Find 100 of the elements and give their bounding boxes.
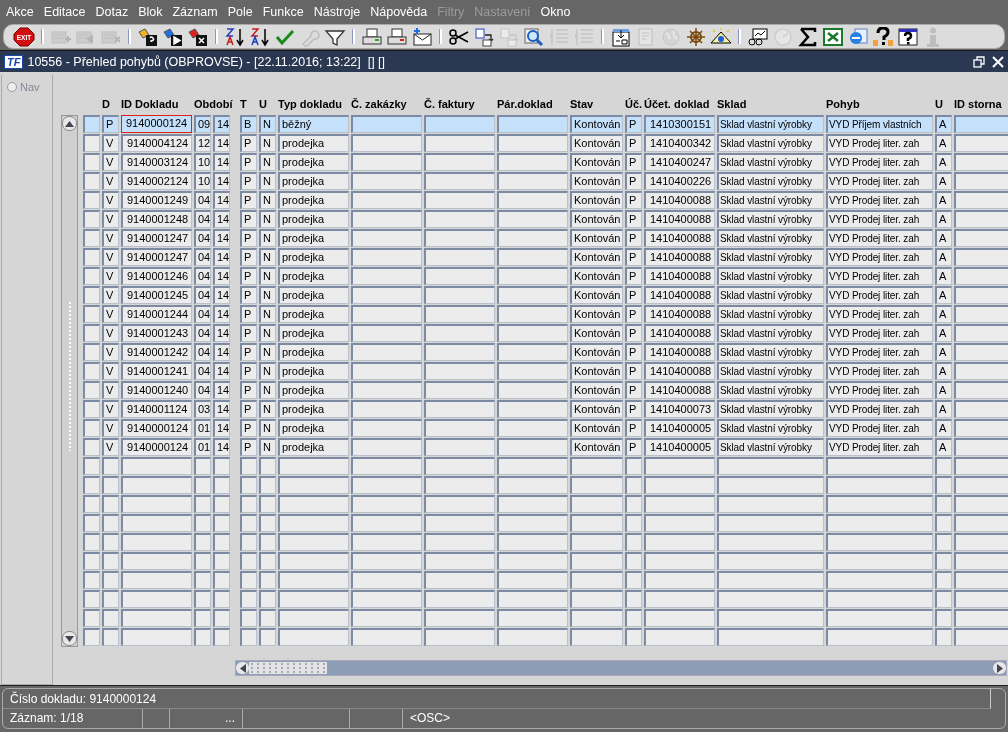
radio-button[interactable] — [7, 82, 17, 92]
table-cell[interactable]: 9140001242 — [121, 343, 192, 361]
table-cell[interactable] — [259, 552, 276, 570]
table-cell[interactable]: Kontován — [570, 172, 623, 190]
table-cell[interactable]: N — [259, 419, 276, 437]
table-cell[interactable] — [278, 514, 349, 532]
table-cell[interactable]: 14 — [213, 305, 230, 323]
table-cell[interactable]: N — [259, 362, 276, 380]
table-cell[interactable] — [826, 533, 933, 551]
table-cell[interactable]: 14 — [213, 324, 230, 342]
table-cell[interactable]: VYD Prodej liter. zah — [826, 172, 933, 190]
table-cell[interactable] — [259, 609, 276, 627]
table-cell[interactable]: A — [935, 229, 952, 247]
table-cell[interactable]: P — [625, 134, 642, 152]
table-cell[interactable]: A — [935, 172, 952, 190]
table-cell[interactable]: P — [102, 115, 119, 133]
table-cell[interactable] — [83, 210, 100, 228]
table-cell[interactable]: P — [625, 438, 642, 456]
table-cell[interactable]: Kontován — [570, 134, 623, 152]
table-cell[interactable]: 1410400226 — [644, 172, 715, 190]
table-cell[interactable]: Sklad vlastní výrobky — [717, 381, 824, 399]
menu-item[interactable]: Funkce — [257, 5, 309, 19]
table-cell[interactable]: N — [259, 134, 276, 152]
table-cell[interactable]: N — [259, 115, 276, 133]
table-cell[interactable] — [497, 229, 568, 247]
table-cell[interactable]: 9140002124 — [121, 172, 192, 190]
table-cell[interactable] — [497, 191, 568, 209]
table-cell[interactable] — [240, 495, 257, 513]
table-cell[interactable]: Kontován — [570, 248, 623, 266]
table-cell[interactable]: 1410400088 — [644, 324, 715, 342]
table-cell[interactable]: P — [240, 191, 257, 209]
table-cell[interactable] — [194, 476, 211, 494]
search-button[interactable] — [522, 25, 546, 48]
table-cell[interactable]: N — [259, 248, 276, 266]
table-cell[interactable]: 04 — [194, 305, 211, 323]
menu-item[interactable]: Nápověda — [365, 5, 433, 19]
table-cell[interactable] — [424, 438, 495, 456]
table-cell[interactable]: 04 — [194, 381, 211, 399]
table-cell[interactable] — [194, 533, 211, 551]
table-cell[interactable] — [954, 115, 1008, 133]
table-cell[interactable] — [625, 628, 642, 646]
table-cell[interactable]: N — [259, 343, 276, 361]
table-cell[interactable]: 1410400247 — [644, 153, 715, 171]
table-cell[interactable] — [570, 514, 623, 532]
table-cell[interactable]: VYD Prodej liter. zah — [826, 324, 933, 342]
table-cell[interactable]: P — [240, 172, 257, 190]
table-cell[interactable]: VYD Prodej liter. zah — [826, 362, 933, 380]
table-cell[interactable] — [954, 343, 1008, 361]
table-cell[interactable] — [351, 115, 422, 133]
table-cell[interactable] — [717, 552, 824, 570]
table-cell[interactable]: A — [935, 248, 952, 266]
table-cell[interactable]: VYD Prodej liter. zah — [826, 248, 933, 266]
table-cell[interactable]: Sklad vlastní výrobky — [717, 267, 824, 285]
table-cell[interactable]: Sklad vlastní výrobky — [717, 324, 824, 342]
table-cell[interactable] — [497, 400, 568, 418]
table-cell[interactable]: 14 — [213, 134, 230, 152]
table-cell[interactable]: P — [625, 153, 642, 171]
table-cell[interactable]: P — [625, 248, 642, 266]
table-cell[interactable] — [935, 476, 952, 494]
table-cell[interactable]: V — [102, 438, 119, 456]
table-cell[interactable] — [194, 609, 211, 627]
table-cell[interactable]: VYD Prodej liter. zah — [826, 286, 933, 304]
table-cell[interactable]: 9140001247 — [121, 248, 192, 266]
table-cell[interactable] — [424, 267, 495, 285]
table-cell[interactable] — [121, 476, 192, 494]
table-cell[interactable] — [497, 362, 568, 380]
table-cell[interactable] — [213, 628, 230, 646]
table-cell[interactable] — [213, 476, 230, 494]
table-cell[interactable]: prodejka — [278, 286, 349, 304]
table-cell[interactable]: N — [259, 286, 276, 304]
table-cell[interactable]: 1410400088 — [644, 362, 715, 380]
table-cell[interactable] — [625, 590, 642, 608]
table-cell[interactable]: P — [240, 305, 257, 323]
table-cell[interactable] — [570, 590, 623, 608]
table-cell[interactable] — [644, 476, 715, 494]
table-cell[interactable]: N — [259, 381, 276, 399]
table-cell[interactable] — [102, 495, 119, 513]
table-cell[interactable]: VYD Prodej liter. zah — [826, 153, 933, 171]
table-cell[interactable] — [351, 248, 422, 266]
help-window-button[interactable] — [896, 25, 920, 48]
table-cell[interactable]: Sklad vlastní výrobky — [717, 305, 824, 323]
table-cell[interactable] — [625, 457, 642, 475]
table-cell[interactable]: 14 — [213, 362, 230, 380]
table-cell[interactable]: P — [625, 115, 642, 133]
table-cell[interactable]: VYD Prodej liter. zah — [826, 191, 933, 209]
table-cell[interactable] — [351, 210, 422, 228]
table-cell[interactable] — [935, 590, 952, 608]
table-cell[interactable]: 04 — [194, 286, 211, 304]
table-cell[interactable]: 14 — [213, 153, 230, 171]
table-cell[interactable]: 1410400073 — [644, 400, 715, 418]
table-cell[interactable]: Kontován — [570, 153, 623, 171]
table-cell[interactable] — [826, 495, 933, 513]
table-cell[interactable] — [497, 248, 568, 266]
table-cell[interactable] — [497, 438, 568, 456]
table-cell[interactable] — [424, 628, 495, 646]
table-cell[interactable] — [83, 400, 100, 418]
table-cell[interactable] — [351, 286, 422, 304]
table-cell[interactable] — [351, 533, 422, 551]
table-cell[interactable]: Sklad vlastní výrobky — [717, 343, 824, 361]
table-cell[interactable] — [351, 343, 422, 361]
